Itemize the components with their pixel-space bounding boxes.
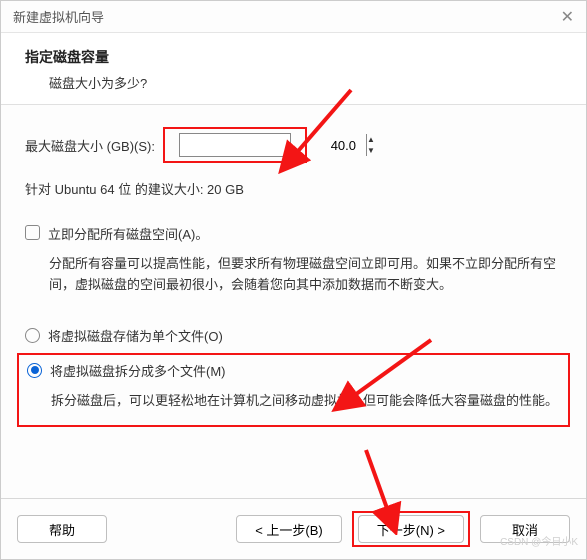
cancel-button[interactable]: 取消 [480,515,570,543]
max-size-spinner[interactable]: ▲ ▼ [179,133,291,157]
highlight-box-next: 下一步(N) > [352,511,470,547]
wizard-dialog: 新建虚拟机向导 ✕ 指定磁盘容量 磁盘大小为多少? 最大磁盘大小 (GB)(S)… [0,0,587,560]
titlebar: 新建虚拟机向导 ✕ [1,1,586,33]
single-file-radio[interactable] [25,328,40,343]
page-subtitle: 磁盘大小为多少? [49,73,562,92]
recommended-size-hint: 针对 Ubuntu 64 位 的建议大小: 20 GB [25,179,562,198]
spinner-down-icon[interactable]: ▼ [367,145,375,156]
highlight-box-split: 将虚拟磁盘拆分成多个文件(M) 拆分磁盘后，可以更轻松地在计算机之间移动虚拟机，… [17,353,570,427]
allocate-now-row[interactable]: 立即分配所有磁盘空间(A)。 [25,224,562,243]
highlight-box-size: ▲ ▼ [163,127,307,163]
max-size-input[interactable] [180,134,366,156]
allocate-now-description: 分配所有容量可以提高性能，但要求所有物理磁盘空间立即可用。如果不立即分配所有空间… [49,253,562,296]
header: 指定磁盘容量 磁盘大小为多少? [1,33,586,104]
help-button[interactable]: 帮助 [17,515,107,543]
allocate-now-checkbox[interactable] [25,225,40,240]
single-file-row[interactable]: 将虚拟磁盘存储为单个文件(O) [25,326,562,345]
split-file-label: 将虚拟磁盘拆分成多个文件(M) [50,361,226,380]
content: 最大磁盘大小 (GB)(S): ▲ ▼ 针对 Ubuntu 64 位 的建议大小… [1,105,586,498]
back-button[interactable]: < 上一步(B) [236,515,342,543]
split-file-description: 拆分磁盘后，可以更轻松地在计算机之间移动虚拟机，但可能会降低大容量磁盘的性能。 [51,390,560,411]
page-heading: 指定磁盘容量 [25,47,562,67]
window-title: 新建虚拟机向导 [13,7,104,26]
single-file-label: 将虚拟磁盘存储为单个文件(O) [48,326,223,345]
next-button[interactable]: 下一步(N) > [358,515,464,543]
spinner-buttons: ▲ ▼ [366,134,375,156]
split-file-row[interactable]: 将虚拟磁盘拆分成多个文件(M) [27,361,560,380]
close-icon[interactable]: ✕ [561,7,574,27]
max-size-row: 最大磁盘大小 (GB)(S): ▲ ▼ [25,127,562,163]
footer: 帮助 < 上一步(B) 下一步(N) > 取消 [1,498,586,559]
spinner-up-icon[interactable]: ▲ [367,134,375,145]
split-file-radio[interactable] [27,363,42,378]
max-size-label: 最大磁盘大小 (GB)(S): [25,136,155,155]
allocate-now-label: 立即分配所有磁盘空间(A)。 [48,224,208,243]
